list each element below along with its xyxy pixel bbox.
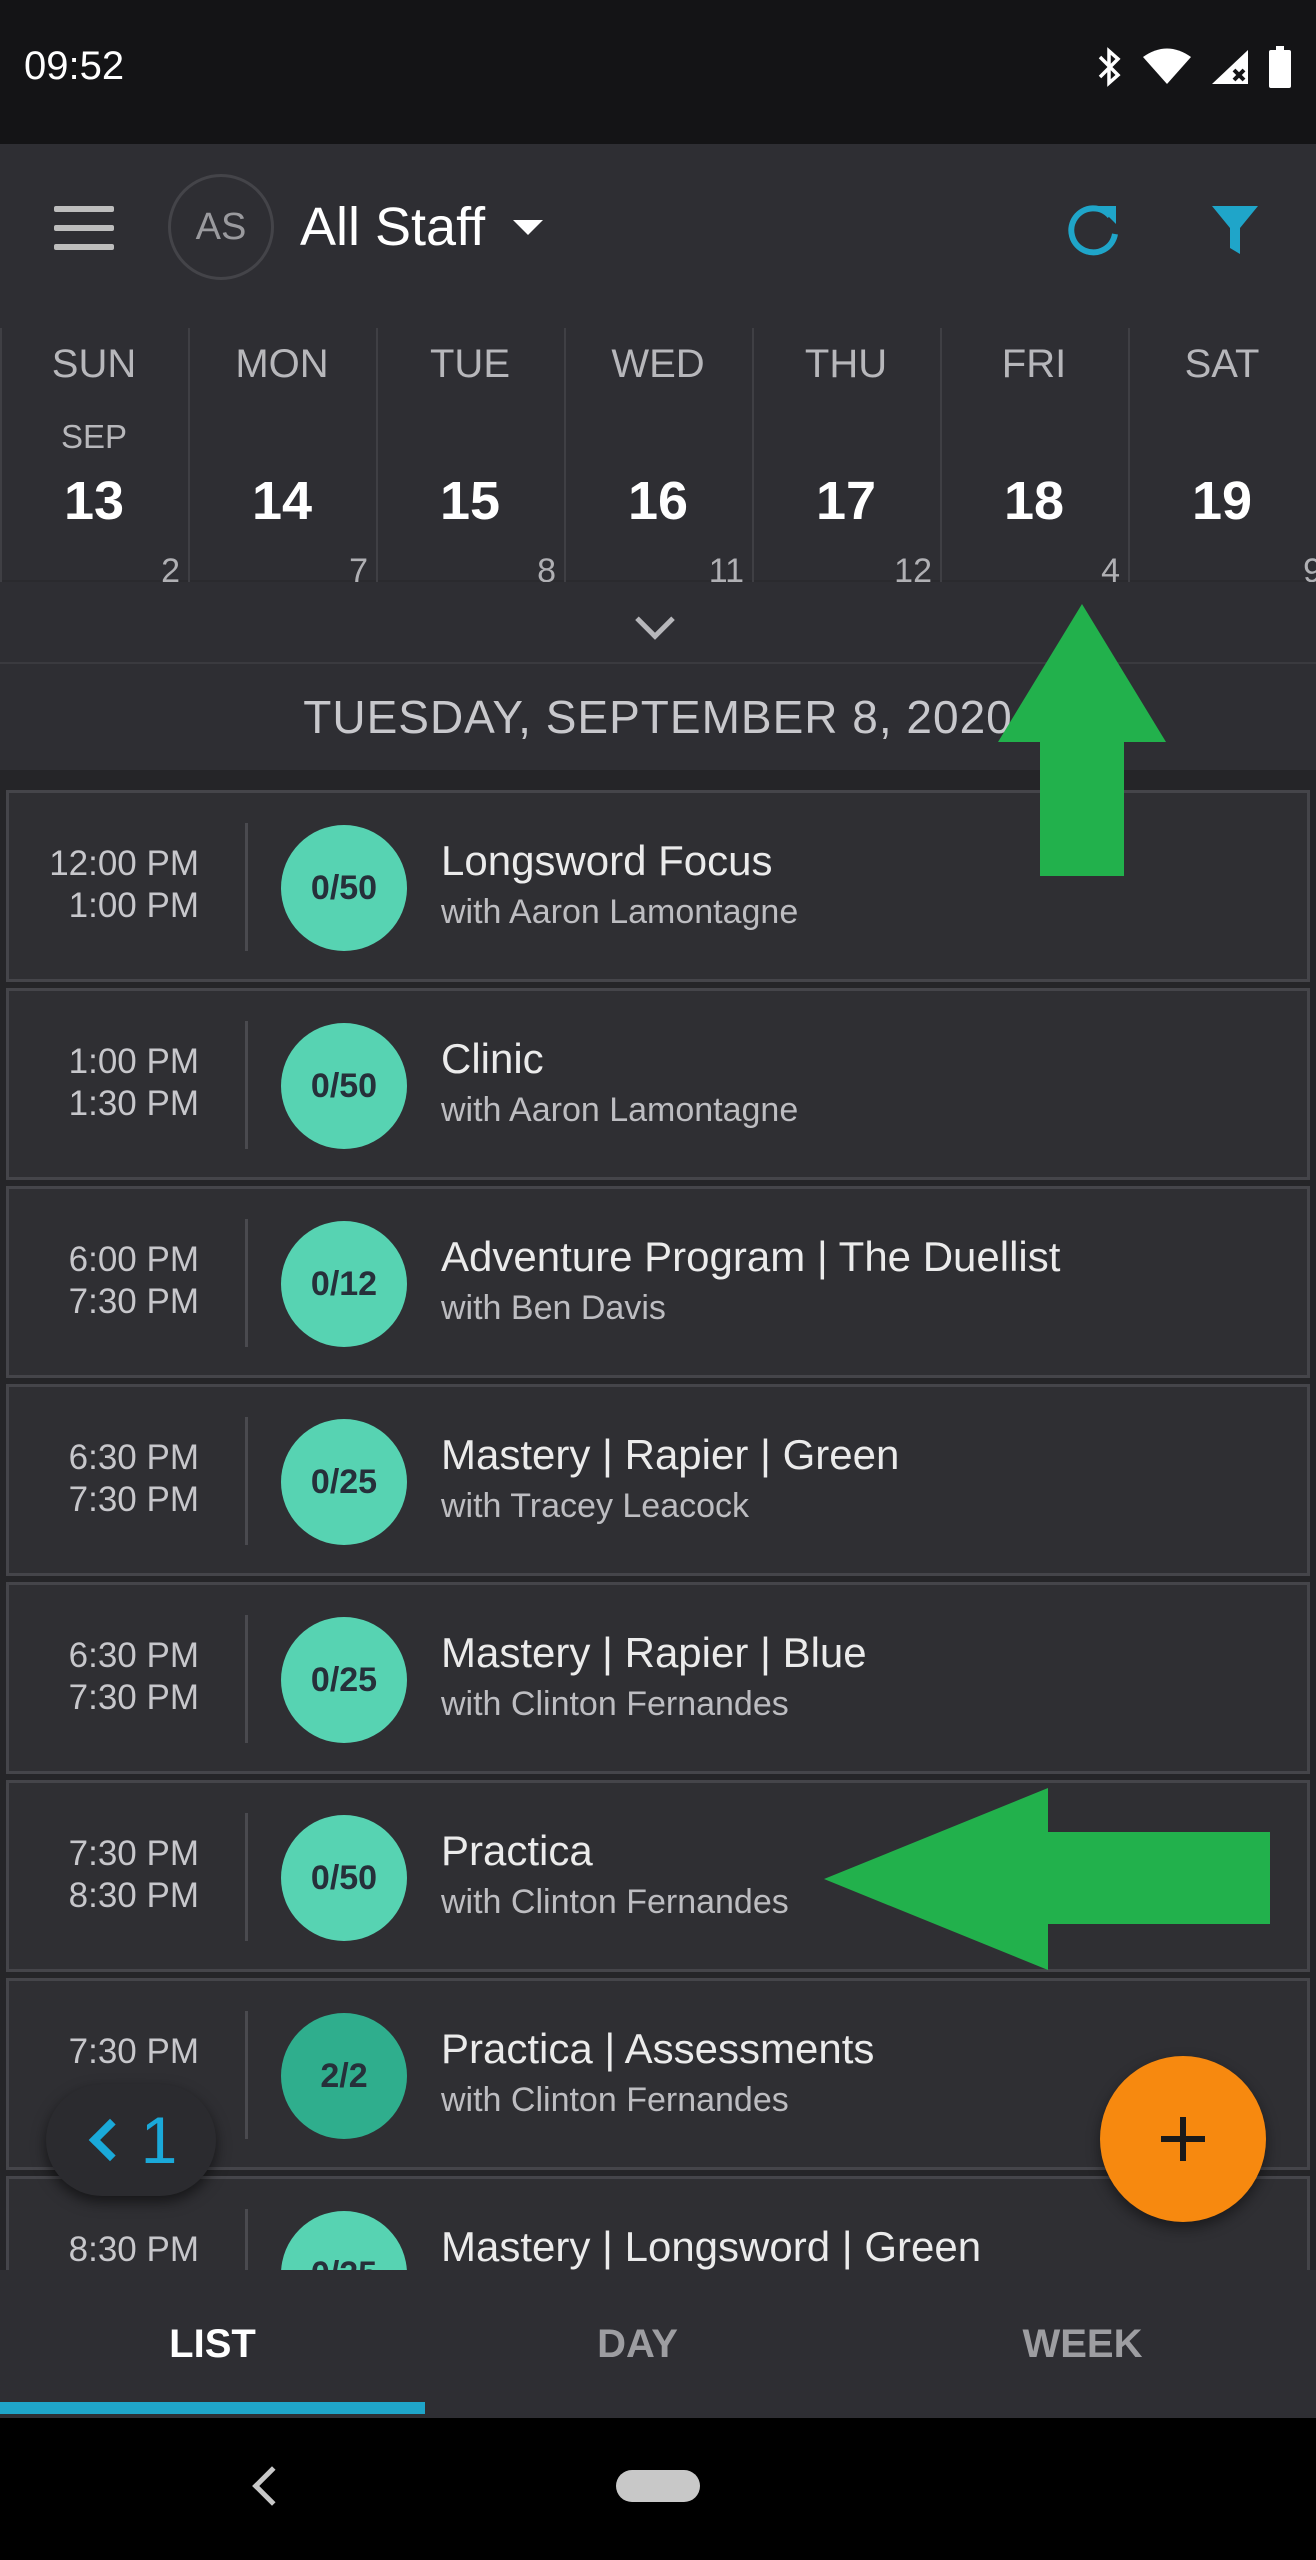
class-row[interactable]: 1:00 PM 1:30 PM 0/50 Clinic with Aaron La… <box>6 988 1310 1180</box>
day-column-mon[interactable]: MON 14 7 <box>188 328 376 592</box>
class-instructor: with Aaron Lamontagne <box>441 1091 799 1129</box>
caret-down-icon <box>513 219 544 235</box>
class-title: Mastery | Longsword | Green <box>441 2223 982 2270</box>
chevron-left-icon <box>88 2118 131 2162</box>
day-name: FRI <box>1001 342 1067 386</box>
class-title: Practica <box>441 1827 593 1874</box>
day-column-sun[interactable]: SUN SEP 13 2 <box>0 328 188 592</box>
system-nav-bar <box>0 2418 1316 2560</box>
signal-icon <box>1212 50 1248 84</box>
status-icons <box>1096 46 1292 88</box>
class-instructor: with Clinton Fernandes <box>441 2081 789 2119</box>
battery-icon <box>1269 46 1291 88</box>
filter-icon[interactable] <box>1210 204 1260 258</box>
day-column-wed[interactable]: WED 16 11 <box>564 328 752 592</box>
bluetooth-icon <box>1098 47 1121 87</box>
class-title: Clinic <box>441 1035 544 1082</box>
class-row[interactable]: 6:30 PM 7:30 PM 0/25 Mastery | Rapier | G… <box>6 1384 1310 1576</box>
class-title: Practica | Assessments <box>441 2025 875 2072</box>
day-date: 14 <box>251 471 313 531</box>
add-fab-button[interactable] <box>1100 2056 1266 2222</box>
back-fab-count: 1 <box>140 2103 178 2177</box>
class-title: Adventure Program | The Duellist <box>441 1233 1061 1280</box>
class-times: 8:30 PM <box>68 2230 199 2269</box>
avatar[interactable]: AS <box>168 174 274 280</box>
tab-week[interactable]: WEEK <box>870 2270 1295 2418</box>
day-name: SAT <box>1184 342 1260 386</box>
wifi-icon <box>1143 48 1191 84</box>
class-title: Mastery | Rapier | Blue <box>441 1629 867 1676</box>
day-name: MON <box>235 342 329 386</box>
day-date: 13 <box>63 471 125 531</box>
class-times: 12:00 PM 1:00 PM <box>49 844 199 925</box>
status-time: 09:52 <box>24 44 125 88</box>
nav-back-icon[interactable] <box>252 2466 292 2506</box>
class-times: 1:00 PM 1:30 PM <box>68 1042 199 1123</box>
class-row[interactable]: 6:00 PM 7:30 PM 0/12 Adventure Program | … <box>6 1186 1310 1378</box>
capacity-badge: 0/25 <box>281 1419 407 1545</box>
annotation-arrow-left-icon <box>824 1788 1270 1970</box>
capacity-badge: 0/25 <box>281 1617 407 1743</box>
plus-icon <box>1161 2117 1205 2161</box>
class-instructor: with Tracey Leacock <box>441 1487 750 1525</box>
day-name: THU <box>804 342 888 386</box>
view-tabs: LIST DAY WEEK <box>0 2270 1316 2418</box>
day-column-tue[interactable]: TUE 15 8 <box>376 328 564 592</box>
class-title: Mastery | Rapier | Green <box>441 1431 900 1478</box>
class-row[interactable]: 8:30 PM 0/25 Mastery | Longsword | Green <box>6 2176 1310 2270</box>
class-times: 6:30 PM 7:30 PM <box>68 1438 199 1519</box>
refresh-icon[interactable] <box>1064 202 1122 260</box>
class-title: Longsword Focus <box>441 837 773 884</box>
capacity-badge: 0/25 <box>281 2211 407 2270</box>
nav-home-pill[interactable] <box>616 2470 700 2502</box>
day-name: TUE <box>430 342 510 386</box>
class-times: 7:30 PM 8:30 PM <box>68 1834 199 1915</box>
class-instructor: with Clinton Fernandes <box>441 1883 789 1921</box>
chevron-down-icon <box>635 600 675 640</box>
week-strip: SUN SEP 13 2 MON 14 7 TUE 15 8 WED 16 11… <box>0 314 1316 592</box>
app-header: AS All Staff <box>0 144 1316 314</box>
day-date: 17 <box>815 471 877 531</box>
day-name: SUN <box>51 342 137 386</box>
class-times: 7:30 PM <box>68 2032 199 2071</box>
day-month: SEP <box>60 418 128 455</box>
day-column-fri[interactable]: FRI 18 4 <box>940 328 1128 592</box>
class-row[interactable]: 6:30 PM 7:30 PM 0/25 Mastery | Rapier | B… <box>6 1582 1310 1774</box>
annotation-arrow-up-icon <box>998 604 1166 876</box>
staff-filter-dropdown[interactable]: All Staff <box>300 192 544 262</box>
day-column-thu[interactable]: THU 17 12 <box>752 328 940 592</box>
day-name: WED <box>611 342 705 386</box>
day-column-sat[interactable]: SAT 19 9 <box>1128 328 1316 592</box>
capacity-badge: 2/2 <box>281 2013 407 2139</box>
tab-list[interactable]: LIST <box>0 2270 425 2418</box>
day-date: 16 <box>627 471 689 531</box>
tab-day[interactable]: DAY <box>425 2270 850 2418</box>
class-instructor: with Aaron Lamontagne <box>441 893 799 931</box>
capacity-badge: 0/12 <box>281 1221 407 1347</box>
class-instructor: with Ben Davis <box>441 1289 666 1327</box>
active-tab-indicator <box>0 2402 425 2414</box>
capacity-badge: 0/50 <box>281 825 407 951</box>
class-instructor: with Clinton Fernandes <box>441 1685 789 1723</box>
capacity-badge: 0/50 <box>281 1023 407 1149</box>
class-times: 6:00 PM 7:30 PM <box>68 1240 199 1321</box>
capacity-badge: 0/50 <box>281 1815 407 1941</box>
menu-icon[interactable] <box>54 206 114 250</box>
status-bar: 09:52 <box>0 0 1316 144</box>
staff-filter-label: All Staff <box>300 197 486 257</box>
day-date: 18 <box>1003 471 1065 531</box>
back-fab-button[interactable]: 1 <box>46 2084 216 2196</box>
class-list[interactable]: 12:00 PM 1:00 PM 0/50 Longsword Focus wit… <box>0 770 1316 2270</box>
day-date: 15 <box>439 471 501 531</box>
class-times: 6:30 PM 7:30 PM <box>68 1636 199 1717</box>
day-date: 19 <box>1191 471 1253 531</box>
